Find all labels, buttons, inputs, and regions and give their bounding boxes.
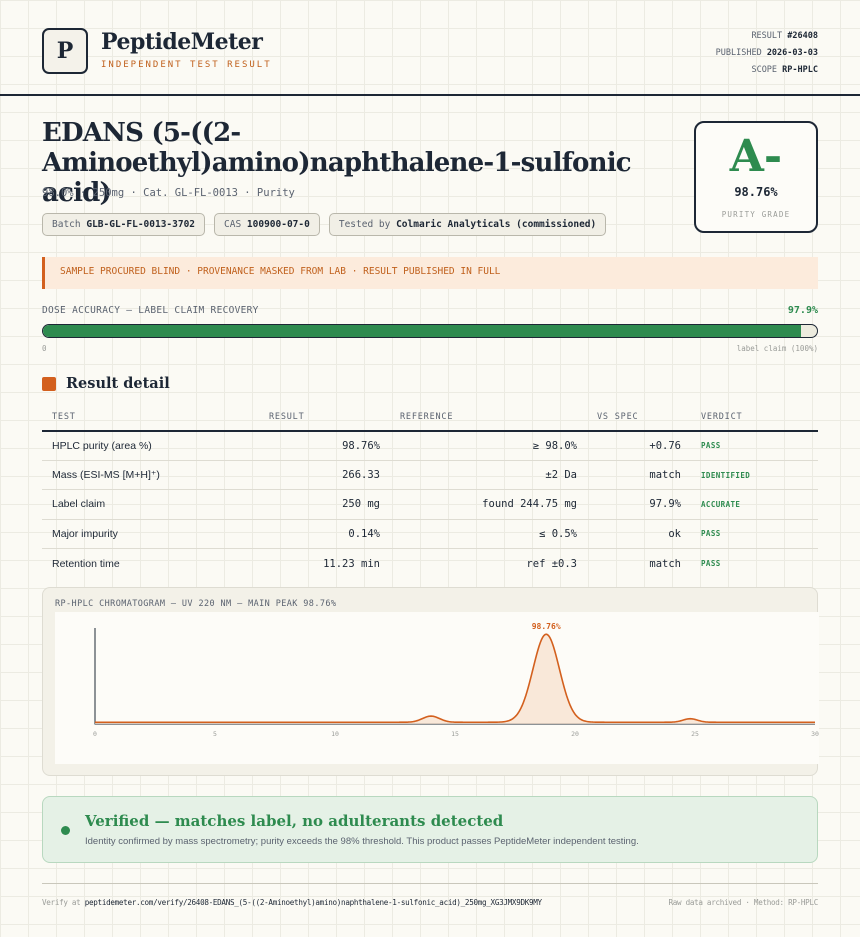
results-table: TEST RESULT REFERENCE VS SPEC VERDICT HP… [42, 404, 818, 578]
chart-background [55, 612, 819, 764]
cell-verdict: PASS [691, 519, 818, 550]
dose-accuracy-percent: 97.9% [787, 305, 818, 316]
cell-result: 250 mg [259, 489, 390, 520]
footer-archive-note: Raw data archived · Method: RP-HPLC [668, 898, 818, 907]
product-chips: Batch GLB-GL-FL-0013-3702 CAS 100900-07-… [42, 213, 607, 236]
table-row: Retention time 11.23 min ref ±0.3 match … [42, 549, 818, 578]
cell-vs-spec: ok [587, 519, 691, 550]
blind-sample-notice: SAMPLE PROCURED BLIND · PROVENANCE MASKE… [42, 257, 818, 289]
verified-title: Verified — matches label, no adulterants… [85, 812, 504, 830]
x-tick-label: 5 [213, 730, 217, 738]
footer-divider [42, 883, 818, 884]
cell-vs-spec: match [649, 557, 681, 570]
result-meta: RESULT #26408 PUBLISHED 2026-03-03 SCOPE… [716, 28, 818, 79]
product-subline: 98.0% · 250mg · Cat. GL-FL-0013 · Purity [42, 187, 295, 199]
brand-name: PeptideMeter [101, 29, 263, 55]
cas-chip: CAS 100900-07-0 [214, 213, 320, 236]
cell-test: Label claim [42, 489, 259, 520]
x-tick-label: 0 [93, 730, 97, 738]
cell-vs-spec: match [587, 460, 691, 491]
grade-letter: A- [729, 131, 783, 182]
col-test: TEST [42, 404, 259, 432]
cell-verdict: PASS [701, 559, 721, 568]
col-reference: REFERENCE [390, 404, 587, 432]
cell-test: Mass (ESI-MS [M+H]⁺) [42, 460, 259, 491]
grade-label: PURITY GRADE [721, 210, 791, 219]
cell-result: 0.14% [259, 519, 390, 550]
section-marker-icon [42, 376, 56, 391]
verify-link[interactable]: peptidemeter.com/verify/26408-EDANS_(5-(… [85, 898, 542, 907]
cell-verdict: IDENTIFIED [691, 460, 818, 491]
chromatogram-chart: 0 5 10 15 20 25 30 98.76% [55, 612, 819, 764]
table-row: Label claim 250 mg found 244.75 mg 97.9%… [42, 489, 818, 520]
cell-reference: ≤ 0.5% [390, 519, 587, 550]
x-tick-label: 10 [331, 730, 339, 738]
meta-scope: SCOPE RP-HPLC [751, 65, 818, 75]
cell-reference: ≥ 98.0% [390, 431, 587, 461]
table-header-row: TEST RESULT REFERENCE VS SPEC VERDICT [42, 404, 818, 432]
x-tick-label: 20 [571, 730, 579, 738]
x-tick-label: 25 [691, 730, 699, 738]
cell-reference: found 244.75 mg [390, 489, 587, 520]
cell-result: 266.33 [259, 460, 390, 491]
x-tick-label: 15 [451, 730, 459, 738]
x-tick-label: 30 [811, 730, 819, 738]
cell-vs-spec: 97.9% [587, 489, 691, 520]
cell-result: 11.23 min [323, 557, 380, 570]
meta-result: RESULT #26408 [751, 31, 818, 41]
grade-value: 98.76% [734, 185, 778, 199]
section-title: Result detail [66, 375, 170, 392]
purity-grade-card: A- 98.76% PURITY GRADE [694, 121, 818, 233]
main-peak-label: 98.76% [532, 622, 561, 631]
logo-letter: P [56, 38, 74, 64]
col-result: RESULT [259, 404, 390, 432]
report-header: P PeptideMeter INDEPENDENT TEST RESULT R… [0, 0, 860, 96]
cell-test: Retention time [52, 557, 120, 570]
col-verdict: VERDICT [691, 404, 818, 432]
table-row: HPLC purity (area %) 98.76% ≥ 98.0% +0.7… [42, 431, 818, 461]
cell-reference: ref ±0.3 [526, 557, 577, 570]
verified-banner: Verified — matches label, no adulterants… [42, 796, 818, 863]
chromatogram-title: RP-HPLC CHROMATOGRAM — UV 220 NM — MAIN … [55, 599, 337, 609]
cell-test: HPLC purity (area %) [42, 431, 259, 461]
cell-reference: ±2 Da [390, 460, 587, 491]
verified-dot-icon [61, 826, 70, 835]
dose-accuracy-bar [42, 324, 818, 338]
cell-vs-spec: +0.76 [587, 431, 691, 461]
dose-accuracy-label: DOSE ACCURACY — LABEL CLAIM RECOVERY [42, 305, 259, 316]
verified-text: Identity confirmed by mass spectrometry;… [85, 836, 639, 847]
bar-min-label: 0 [42, 344, 47, 353]
brand-tagline: INDEPENDENT TEST RESULT [101, 60, 272, 70]
table-row: Mass (ESI-MS [M+H]⁺) 266.33 ±2 Da match … [42, 460, 818, 491]
footer-verify: Verify at peptidemeter.com/verify/26408-… [42, 898, 542, 907]
batch-chip: Batch GLB-GL-FL-0013-3702 [42, 213, 206, 236]
cell-test: Major impurity [42, 519, 259, 550]
cell-result: 98.76% [259, 431, 390, 461]
bar-max-label: label claim (100%) [736, 344, 818, 353]
result-detail-heading: Result detail [42, 375, 170, 392]
col-vs-spec: VS SPEC [587, 404, 691, 432]
cell-verdict: ACCURATE [691, 489, 818, 520]
logo: P [42, 28, 88, 74]
tested-by-chip: Tested by Colmaric Analyticals (commissi… [328, 213, 607, 236]
table-row: Major impurity 0.14% ≤ 0.5% ok PASS [42, 519, 818, 550]
chromatogram-panel: RP-HPLC CHROMATOGRAM — UV 220 NM — MAIN … [42, 587, 819, 776]
cell-verdict: PASS [691, 431, 818, 461]
dose-accuracy-fill [43, 325, 801, 337]
meta-published: PUBLISHED 2026-03-03 [715, 48, 818, 58]
